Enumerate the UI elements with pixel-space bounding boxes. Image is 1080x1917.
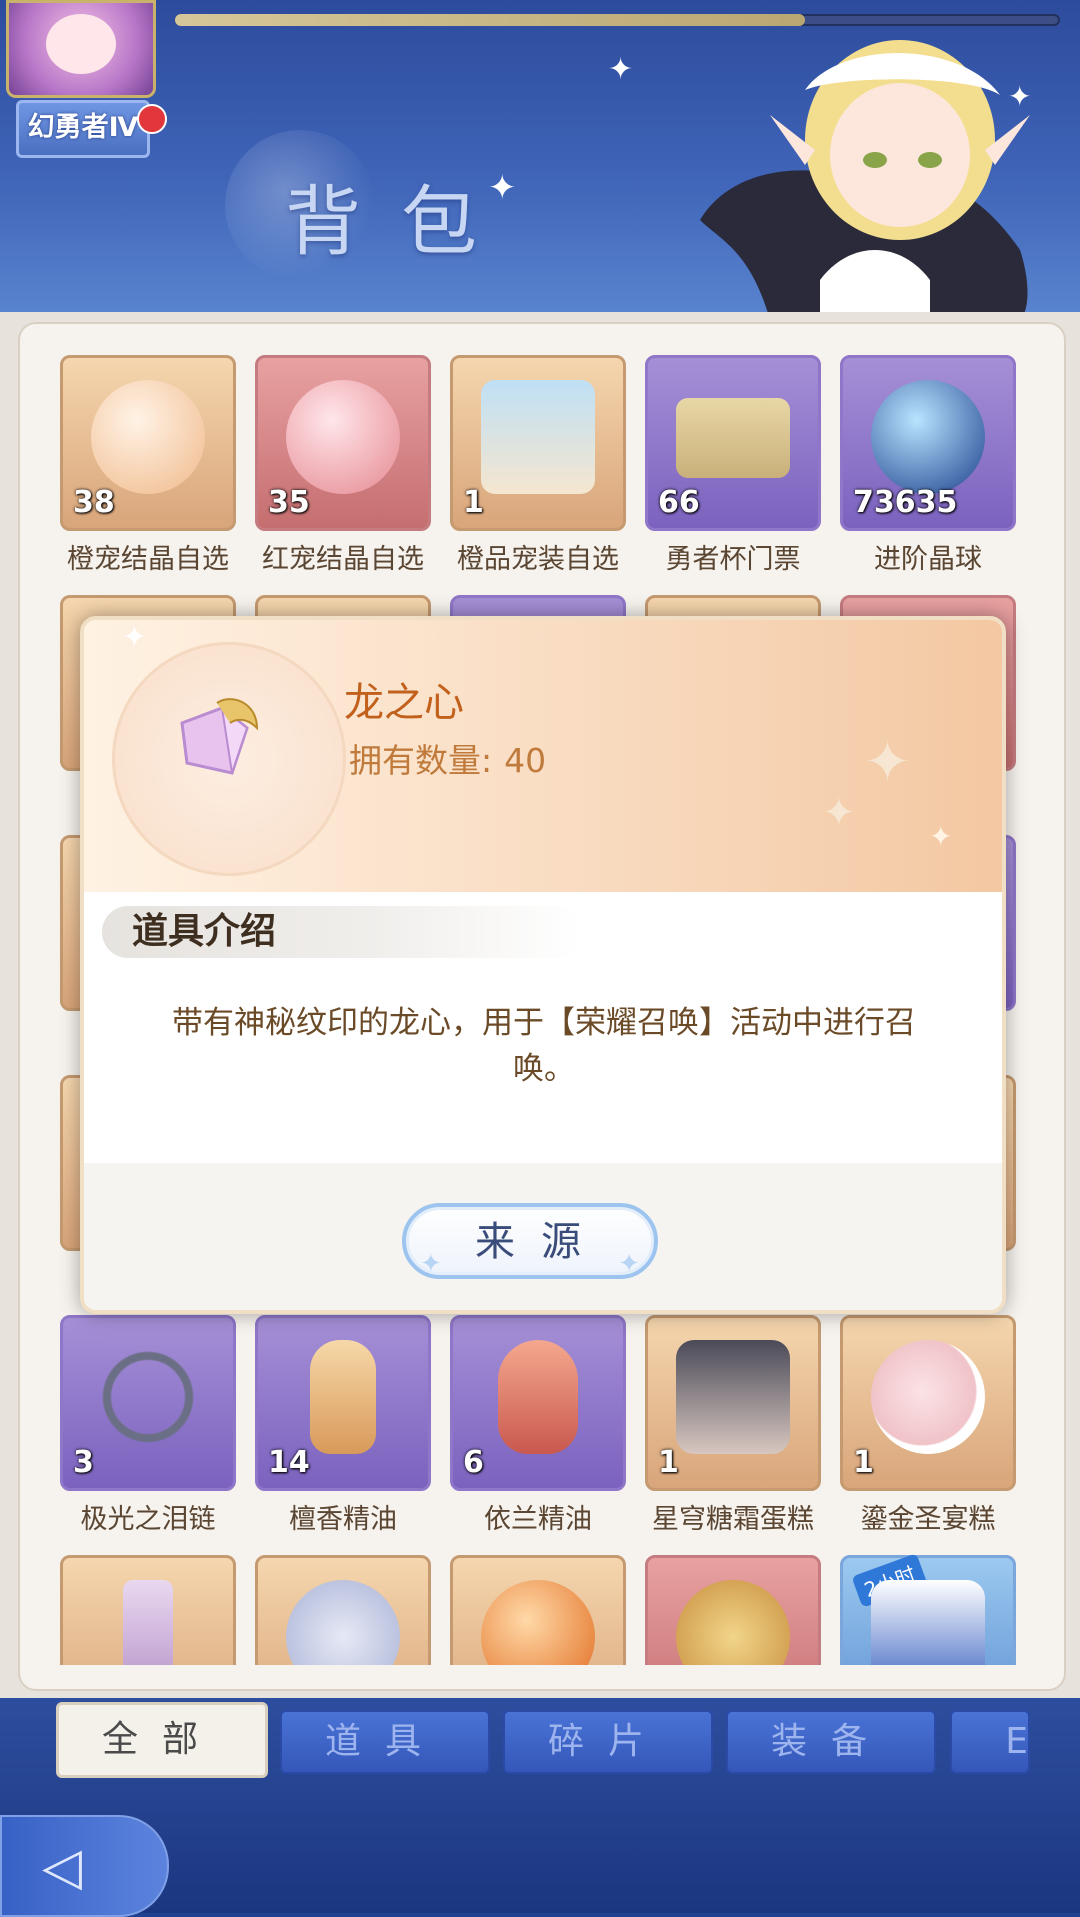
sparkle-icon: ✦ <box>929 820 953 853</box>
sparkle-icon: ✦ <box>864 730 911 795</box>
item-description: 带有神秘纹印的龙心，用于【荣耀召唤】活动中进行召唤。 <box>172 1005 916 1087</box>
sparkle-icon: ✦ <box>122 620 148 655</box>
owned-quantity-value: 40 <box>504 741 547 780</box>
source-button[interactable]: ✦ 来源 ✦ <box>402 1203 658 1279</box>
modal-header: 龙之心 拥有数量: 40 ✦ ✦ ✦ ✦ <box>84 620 1002 892</box>
sparkle-icon: ✦ <box>822 790 856 836</box>
section-header: 道具介绍 <box>102 906 582 958</box>
owned-quantity: 拥有数量: 40 <box>349 734 546 782</box>
modal-footer: ✦ 来源 ✦ <box>84 1163 1002 1310</box>
owned-quantity-label: 拥有数量: <box>349 741 493 780</box>
sparkle-icon: ✦ <box>420 1249 442 1279</box>
section-title: 道具介绍 <box>132 911 277 952</box>
item-title: 龙之心 <box>344 680 464 726</box>
sparkle-icon: ✦ <box>618 1249 640 1279</box>
item-detail-modal: 龙之心 拥有数量: 40 ✦ ✦ ✦ ✦ 道具介绍 带有神秘纹印的龙心，用于【荣耀… <box>80 616 1006 1314</box>
dragon-heart-icon <box>180 698 259 775</box>
source-button-label: 来源 <box>475 1219 607 1265</box>
